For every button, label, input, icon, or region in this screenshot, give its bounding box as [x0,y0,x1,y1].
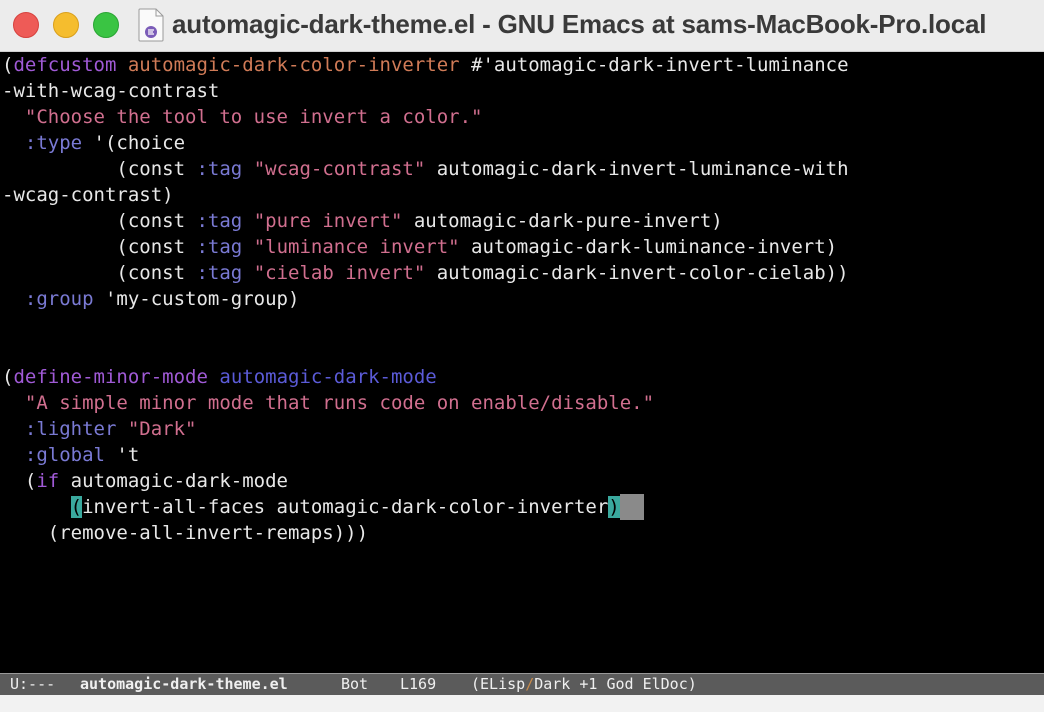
minibuffer[interactable] [0,695,1044,712]
mode-line[interactable]: U:--- automagic-dark-theme.el Bot L169 (… [0,673,1044,695]
code-line: :type '(choice [24,132,186,154]
code-line: -wcag-contrast) [2,184,174,206]
minimize-button[interactable] [53,12,79,38]
code-line: (remove-all-invert-remaps))) [2,522,369,544]
modeline-major-mode[interactable]: (ELisp/Dark +1 God ElDoc) [471,675,697,693]
emacs-file-icon [138,8,164,42]
code-line: (if automagic-dark-mode [2,470,288,492]
code-line: (defcustom automagic-dark-color-inverter… [2,54,849,76]
text-cursor [619,494,644,520]
matching-paren: ) [608,496,620,518]
title-bar[interactable]: automagic-dark-theme.el - GNU Emacs at s… [0,0,1044,52]
code-line: (const :tag "wcag-contrast" automagic-da… [2,158,849,180]
code-line: (const :tag "cielab invert" automagic-da… [2,262,849,284]
matching-paren: ( [70,496,83,518]
code-line: (const :tag "pure invert" automagic-dark… [2,210,723,232]
modeline-minor-modes: Dark +1 God ElDoc) [534,675,697,693]
modeline-modes-open: (ELisp [471,675,526,693]
modeline-status: U:--- [10,675,56,693]
code-line: :global 't [24,444,140,466]
code-area[interactable]: (defcustom automagic-dark-color-inverter… [2,52,849,546]
modeline-slash: / [525,675,535,693]
modeline-position: Bot [341,675,369,693]
code-line: "Choose the tool to use invert a color." [24,106,483,128]
code-line: "A simple minor mode that runs code on e… [24,392,655,414]
modeline-line-number: L169 [400,675,437,693]
zoom-button[interactable] [93,12,119,38]
code-line: (invert-all-faces automagic-dark-color-i… [2,494,849,520]
emacs-window: automagic-dark-theme.el - GNU Emacs at s… [0,0,1044,712]
window-title: automagic-dark-theme.el - GNU Emacs at s… [172,9,987,39]
modeline-buffer-name[interactable]: automagic-dark-theme.el [80,675,288,693]
code-line: (const :tag "luminance invert" automagic… [2,236,838,258]
close-button[interactable] [13,12,39,38]
code-line: :group 'my-custom-group) [24,288,300,310]
code-line: -with-wcag-contrast [2,80,220,102]
code-line: (define-minor-mode automagic-dark-mode [2,366,437,388]
code-line: :lighter "Dark" [24,418,197,440]
